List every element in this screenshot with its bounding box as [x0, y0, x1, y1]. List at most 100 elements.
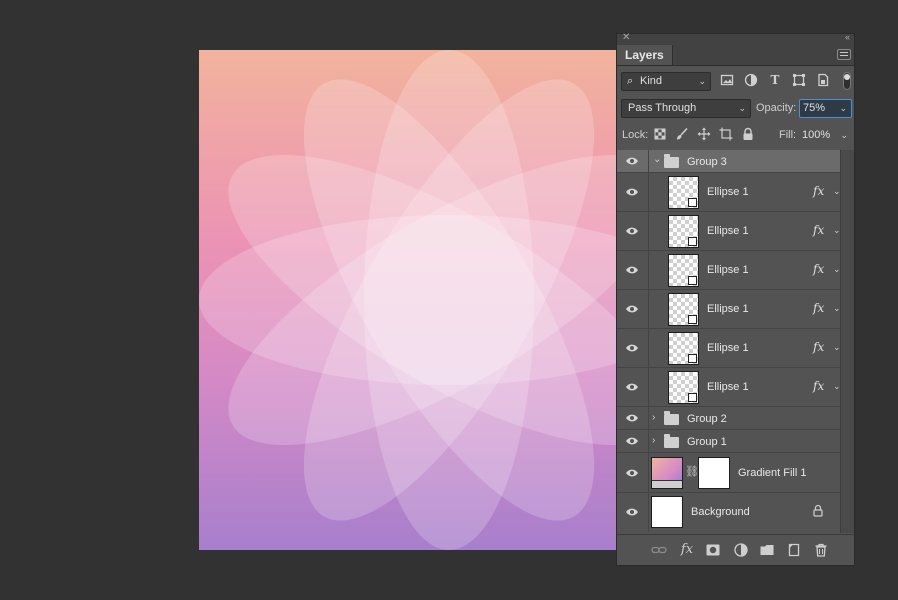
- link-chain-icon[interactable]: ⛓: [685, 465, 699, 478]
- layer-row-group-1[interactable]: › Group 1: [617, 430, 840, 453]
- layer-row-gradient-fill[interactable]: ⛓ Gradient Fill 1: [617, 453, 840, 493]
- layer-row-background[interactable]: Background: [617, 493, 840, 532]
- layers-bottom-toolbar: fx: [617, 534, 854, 565]
- layer-name[interactable]: Ellipse 1: [707, 381, 749, 393]
- fill-label: Fill:: [779, 129, 797, 141]
- mask-thumbnail[interactable]: [698, 457, 730, 489]
- chevron-down-icon: ⌄: [840, 130, 848, 140]
- visibility-eye-icon[interactable]: [625, 304, 639, 314]
- lock-label: Lock:: [622, 129, 649, 141]
- layer-name[interactable]: Ellipse 1: [707, 264, 749, 276]
- blend-mode-value: Pass Through: [628, 102, 697, 114]
- layer-name[interactable]: Ellipse 1: [707, 225, 749, 237]
- adjustment-layer-icon[interactable]: [733, 542, 749, 558]
- layer-list[interactable]: ⌄ Group 3 Ellipse 1 fx ⌄ Ellipse 1 fx ⌄ …: [617, 150, 841, 533]
- layer-name[interactable]: Background: [691, 506, 750, 518]
- folder-icon: [664, 154, 679, 168]
- layer-name[interactable]: Ellipse 1: [707, 186, 749, 198]
- layer-thumbnail: [668, 293, 699, 326]
- layer-thumbnail: [668, 176, 699, 209]
- add-mask-icon[interactable]: [705, 542, 721, 558]
- chevron-down-icon: ⌄: [839, 103, 847, 113]
- layer-row-ellipse[interactable]: Ellipse 1 fx ⌄: [617, 368, 841, 407]
- visibility-eye-icon[interactable]: [625, 343, 639, 353]
- new-group-icon[interactable]: [759, 542, 775, 558]
- blend-row: Pass Through ⌄ Opacity: 75% ⌄: [617, 97, 854, 119]
- document-canvas[interactable]: [199, 50, 619, 550]
- visibility-eye-icon[interactable]: [625, 436, 639, 446]
- visibility-eye-icon[interactable]: [625, 468, 639, 478]
- opacity-value: 75%: [803, 102, 826, 114]
- shape-filter-icon[interactable]: [792, 73, 806, 87]
- filter-toggle[interactable]: [843, 72, 851, 90]
- effects-icon[interactable]: fx: [813, 184, 824, 198]
- tab-layers[interactable]: Layers: [617, 45, 673, 65]
- visibility-eye-icon[interactable]: [625, 156, 639, 166]
- effects-icon[interactable]: fx: [813, 223, 824, 237]
- layer-name[interactable]: Ellipse 1: [707, 342, 749, 354]
- layer-row-ellipse[interactable]: Ellipse 1 fx ⌄: [617, 329, 841, 368]
- effects-icon[interactable]: fx: [813, 301, 824, 315]
- visibility-eye-icon[interactable]: [625, 226, 639, 236]
- lock-position-icon[interactable]: [697, 127, 711, 141]
- layer-name[interactable]: Group 2: [687, 413, 727, 425]
- layer-name[interactable]: Group 1: [687, 436, 727, 448]
- shape-layer-icon: [688, 315, 697, 324]
- visibility-eye-icon[interactable]: [625, 413, 639, 423]
- layer-row-ellipse[interactable]: Ellipse 1 fx ⌄: [617, 251, 841, 290]
- folder-icon: [664, 434, 679, 448]
- layer-name[interactable]: Group 3: [687, 156, 727, 168]
- background-thumbnail: [651, 496, 683, 528]
- layer-name[interactable]: Ellipse 1: [707, 303, 749, 315]
- lock-all-icon[interactable]: [741, 127, 755, 141]
- effects-icon[interactable]: fx: [813, 340, 824, 354]
- layer-row-ellipse[interactable]: Ellipse 1 fx ⌄: [617, 173, 841, 212]
- layers-scrollbar[interactable]: [840, 150, 854, 533]
- panel-tab-row: Layers: [617, 45, 854, 66]
- search-icon: ⌕: [627, 75, 634, 87]
- lock-transparent-icon[interactable]: [653, 127, 667, 141]
- layer-row-group-2[interactable]: › Group 2: [617, 407, 840, 430]
- new-layer-icon[interactable]: [786, 542, 802, 558]
- shape-layer-icon: [688, 198, 697, 207]
- lock-icon: [812, 504, 824, 520]
- blend-mode-select[interactable]: Pass Through ⌄: [621, 99, 751, 118]
- visibility-eye-icon[interactable]: [625, 187, 639, 197]
- panel-menu-icon[interactable]: [837, 49, 851, 60]
- panel-titlebar: ✕ ‹‹: [617, 32, 854, 45]
- fx-icon[interactable]: fx: [679, 542, 695, 558]
- effects-icon[interactable]: fx: [813, 379, 824, 393]
- type-filter-icon[interactable]: T: [768, 73, 782, 87]
- lock-artboard-icon[interactable]: [719, 127, 733, 141]
- visibility-eye-icon[interactable]: [625, 507, 639, 517]
- effects-icon[interactable]: fx: [813, 262, 824, 276]
- visibility-eye-icon[interactable]: [625, 382, 639, 392]
- layer-thumbnail: [668, 371, 699, 404]
- gradient-bar-icon: [652, 480, 682, 488]
- layer-row-group-3[interactable]: ⌄ Group 3: [617, 150, 840, 173]
- lock-paint-icon[interactable]: [675, 127, 689, 141]
- lock-row: Lock: Fill: 100% ⌄: [617, 127, 854, 145]
- chevron-down-icon: ⌄: [738, 103, 746, 113]
- opacity-field[interactable]: 75% ⌄: [799, 99, 852, 118]
- filter-kind-label: Kind: [640, 75, 663, 87]
- smart-object-filter-icon[interactable]: [816, 73, 830, 87]
- fill-field[interactable]: 100% ⌄: [796, 127, 852, 144]
- folder-icon: [664, 411, 679, 425]
- group-collapse-icon[interactable]: ⌄: [653, 154, 661, 165]
- layer-row-ellipse[interactable]: Ellipse 1 fx ⌄: [617, 290, 841, 329]
- filter-row: ⌕ Kind ⌄ T: [617, 70, 854, 92]
- filter-kind-select[interactable]: ⌕ Kind ⌄: [621, 72, 711, 91]
- group-expand-icon[interactable]: ›: [652, 412, 655, 423]
- close-panel-icon[interactable]: ✕: [622, 32, 630, 43]
- layer-name[interactable]: Gradient Fill 1: [738, 467, 806, 479]
- group-expand-icon[interactable]: ›: [652, 435, 655, 446]
- collapse-panel-icon[interactable]: ‹‹: [845, 32, 850, 42]
- adjustment-filter-icon[interactable]: [744, 73, 758, 87]
- layer-row-ellipse[interactable]: Ellipse 1 fx ⌄: [617, 212, 841, 251]
- image-filter-icon[interactable]: [720, 73, 734, 87]
- link-layers-icon[interactable]: [651, 542, 667, 558]
- visibility-eye-icon[interactable]: [625, 265, 639, 275]
- delete-layer-icon[interactable]: [813, 542, 829, 558]
- gradient-thumbnail: [651, 457, 683, 489]
